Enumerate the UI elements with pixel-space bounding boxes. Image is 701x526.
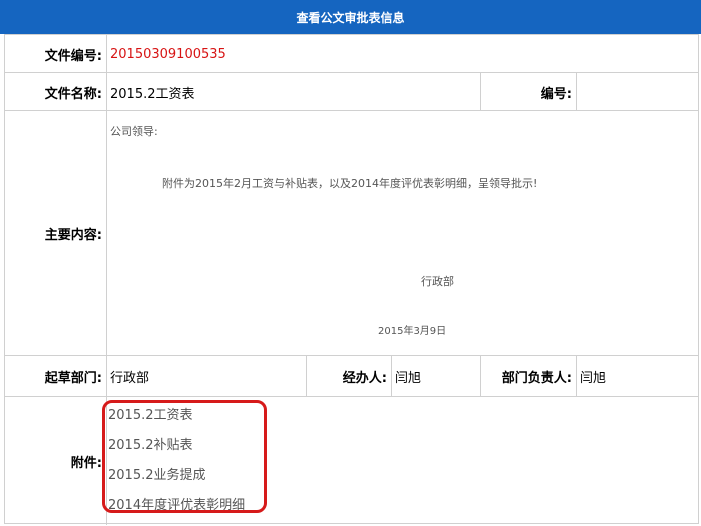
doc-number-row: 文件编号: 20150309100535 (4, 34, 699, 73)
attachment-highlight-box (102, 400, 267, 513)
main-content-body: 公司领导: 附件为2015年2月工资与补贴表，以及2014年度评优表彰明细，呈领… (106, 111, 699, 356)
main-content-row: 主要内容: 公司领导: 附件为2015年2月工资与补贴表，以及2014年度评优表… (4, 110, 699, 356)
number-label: 编号: (540, 86, 572, 102)
manager-label: 部门负责人: (501, 371, 572, 386)
doc-name-value: 2015.2工资表 (110, 86, 195, 102)
draft-dept-label: 起草部门: (44, 371, 102, 386)
content-date: 2015年3月9日 (378, 326, 447, 337)
doc-name-row: 文件名称: 2015.2工资表 编号: (4, 72, 699, 111)
handler-value: 闫旭 (395, 371, 422, 386)
page-title: 查看公文审批表信息 (296, 10, 405, 25)
manager-value: 闫旭 (580, 371, 607, 386)
draft-row: 起草部门: 行政部 经办人: 闫旭 部门负责人: 闫旭 (4, 355, 699, 397)
draft-dept-value: 行政部 (110, 371, 150, 386)
doc-number-label: 文件编号: (44, 48, 102, 64)
content-greeting: 公司领导: (110, 125, 158, 138)
doc-name-label: 文件名称: (44, 86, 102, 102)
doc-number-value: 20150309100535 (110, 46, 226, 62)
handler-label: 经办人: (342, 371, 387, 386)
content-text: 附件为2015年2月工资与补贴表，以及2014年度评优表彰明细，呈领导批示! (162, 177, 538, 190)
content-department: 行政部 (421, 275, 454, 288)
page-header: 查看公文审批表信息 (0, 0, 701, 34)
number-value (576, 73, 699, 111)
attachments-label: 附件: (70, 455, 102, 471)
main-content-label: 主要内容: (44, 228, 102, 243)
